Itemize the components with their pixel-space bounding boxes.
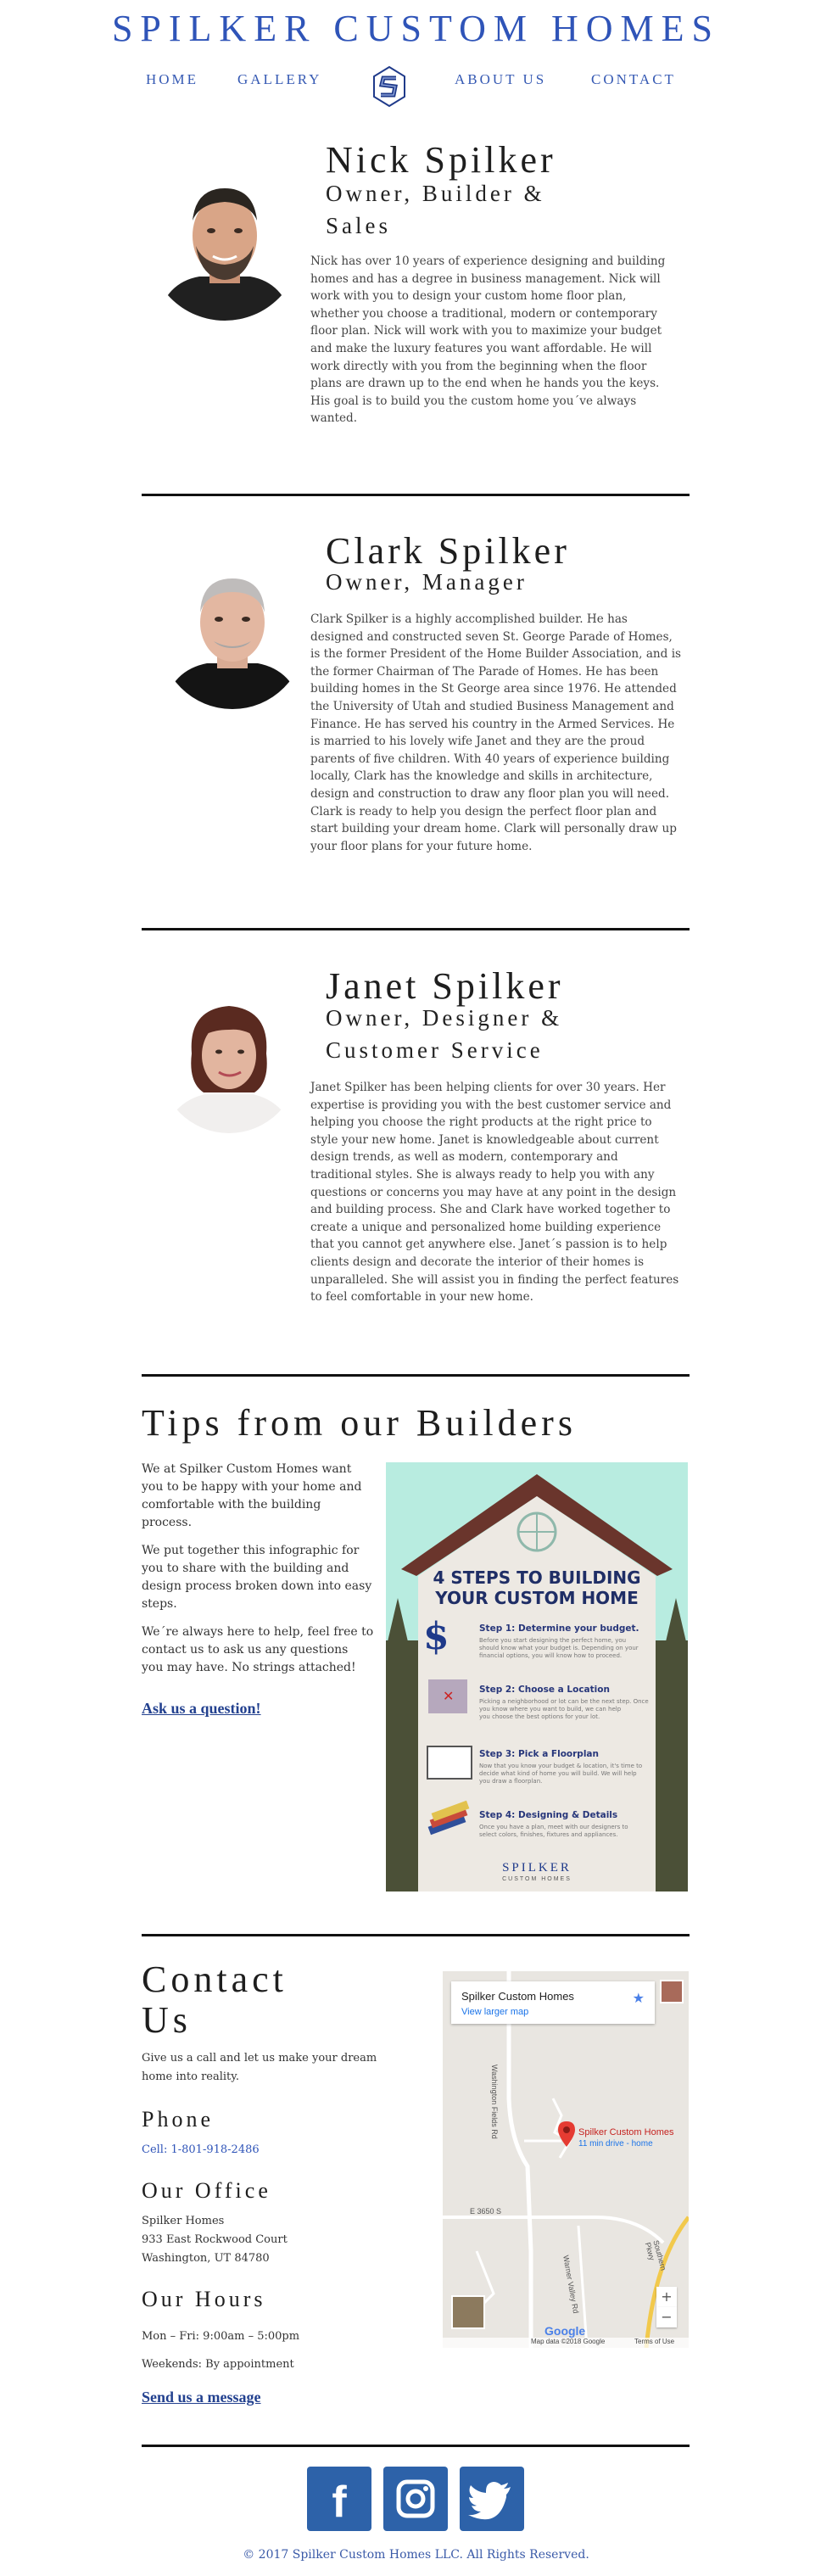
clark-bio: Clark Spilker is a highly accomplished b…	[310, 612, 682, 853]
step-4-title: Step 4: Designing & Details	[479, 1810, 618, 1820]
floorplan-icon	[427, 1746, 472, 1780]
hours-heading: Our Hours	[142, 2287, 266, 2311]
map-embed[interactable]: Spilker Custom Homes View larger map ★ W…	[443, 1971, 689, 2348]
instagram-icon[interactable]	[383, 2467, 448, 2531]
infographic-brand: SPILKER	[502, 1861, 572, 1875]
map-data-text: Map data ©2018 Google	[531, 2338, 606, 2345]
map-place-name: Spilker Custom Homes	[461, 1990, 574, 2003]
office-heading: Our Office	[142, 2178, 271, 2203]
nav-home[interactable]: HOME	[146, 71, 198, 88]
office-address: Spilker Homes 933 East Rockwood Court Wash…	[142, 2215, 288, 2265]
clark-avatar	[159, 563, 305, 709]
janet-role-line-2: Customer Service	[326, 1037, 544, 1063]
map-road-label-2: E 3650 S	[470, 2207, 502, 2216]
map-info-card: Spilker Custom Homes View larger map ★	[451, 1981, 655, 2024]
nick-name: Nick Spilker	[326, 139, 556, 181]
janet-role-line-1: Owner, Designer &	[326, 1005, 563, 1031]
location-map-icon: ✕	[428, 1679, 467, 1713]
nav-contact[interactable]: CONTACT	[591, 71, 676, 88]
star-icon[interactable]: ★	[633, 1990, 645, 2006]
step-4-desc: Once you have a plan, meet with our desi…	[479, 1824, 628, 1838]
site-title: SPILKER CUSTOM HOMES	[111, 8, 721, 49]
nick-role-line-2: Sales	[326, 213, 391, 238]
janet-avatar	[159, 994, 299, 1133]
nick-avatar	[148, 168, 301, 321]
section-divider	[142, 1374, 690, 1377]
nick-role-line-1: Owner, Builder &	[326, 181, 545, 206]
map-pin-label: Spilker Custom Homes	[578, 2127, 674, 2137]
nav-gallery[interactable]: GALLERY	[237, 71, 321, 88]
phone-heading: Phone	[142, 2107, 214, 2132]
map-attribution-bar: Map data ©2018 Google Terms of Use	[443, 2338, 689, 2348]
map-pin-sub: 11 min drive - home	[578, 2139, 653, 2149]
nav-about[interactable]: ABOUT US	[455, 71, 546, 88]
tips-paragraph-3: We´re always here to help, feel free to c…	[142, 1625, 374, 1674]
step-3-title: Step 3: Pick a Floorplan	[479, 1749, 599, 1759]
hours: Mon – Fri: 9:00am – 5:00pm Weekends: By a…	[142, 2330, 300, 2371]
step-1-desc: Before you start designing the perfect h…	[479, 1637, 639, 1659]
step-1-title: Step 1: Determine your budget.	[479, 1623, 639, 1634]
map-zoom-in-button[interactable]: +	[656, 2287, 677, 2307]
janet-bio: Janet Spilker has been helping clients f…	[310, 1081, 679, 1305]
step-3-desc: Now that you know your budget & location…	[479, 1763, 643, 1785]
send-message-link[interactable]: Send us a message	[142, 2389, 261, 2406]
tips-heading: Tips from our Builders	[142, 1402, 577, 1444]
section-divider	[142, 494, 690, 496]
step-2-title: Step 2: Choose a Location	[479, 1685, 610, 1695]
section-divider	[142, 1934, 690, 1936]
ask-question-link[interactable]: Ask us a question!	[142, 1700, 261, 1718]
street-view-thumbnail[interactable]	[660, 1980, 684, 2003]
clark-name: Clark Spilker	[326, 530, 570, 572]
phone-link[interactable]: Cell: 1-801-918-2486	[142, 2141, 260, 2160]
copyright: © 2017 Spilker Custom Homes LLC. All Rig…	[243, 2548, 589, 2562]
map-road-label-1: Washington Fields Rd	[490, 2065, 499, 2139]
twitter-icon[interactable]	[460, 2467, 524, 2531]
map-zoom-out-button[interactable]: −	[656, 2307, 677, 2327]
nick-bio: Nick has over 10 years of experience des…	[310, 254, 666, 426]
infographic-brand-sub: CUSTOM HOMES	[502, 1876, 572, 1882]
view-larger-map-link[interactable]: View larger map	[461, 2007, 528, 2017]
step-2-desc: Picking a neighborhood or lot can be the…	[479, 1698, 649, 1720]
infographic[interactable]: 4 STEPS TO BUILDING YOUR CUSTOM HOME $ St…	[386, 1462, 688, 1891]
tips-paragraph-1: We at Spilker Custom Homes want you to be…	[142, 1462, 362, 1529]
map-terms-link[interactable]: Terms of Use	[634, 2338, 674, 2345]
facebook-icon[interactable]: f	[307, 2467, 371, 2531]
contact-heading: Contact Us	[142, 1959, 288, 2041]
clark-role: Owner, Manager	[326, 569, 528, 595]
swatches-icon	[427, 1800, 470, 1836]
section-divider	[142, 928, 690, 930]
tips-paragraph-2: We put together this infographic for you …	[142, 1544, 372, 1611]
section-divider	[142, 2445, 690, 2447]
satellite-toggle[interactable]	[451, 2295, 485, 2329]
janet-name: Janet Spilker	[326, 965, 564, 1007]
brand-logo-icon[interactable]	[373, 65, 405, 108]
infographic-title: 4 STEPS TO BUILDING YOUR CUSTOM HOME	[433, 1567, 641, 1608]
contact-intro: Give us a call and let us make your drea…	[142, 2052, 377, 2083]
dollar-icon: $	[423, 1615, 450, 1658]
map-pin-icon[interactable]	[557, 2121, 576, 2148]
google-logo: Google	[544, 2324, 586, 2338]
